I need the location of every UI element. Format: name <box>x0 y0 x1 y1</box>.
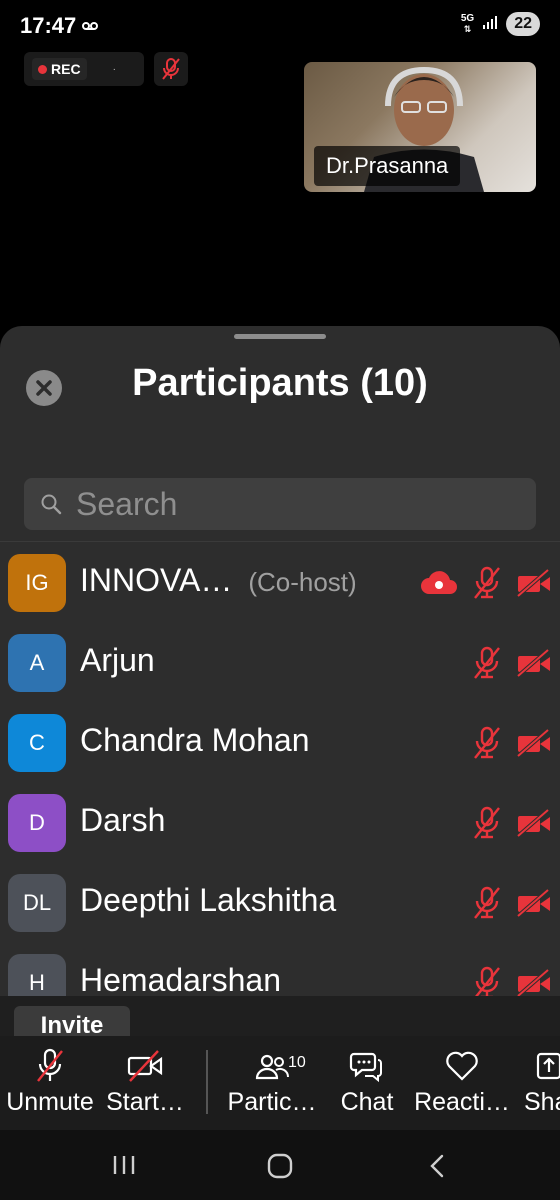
participant-name: Hemadarshan <box>80 962 281 998</box>
participants-label: Partic… <box>227 1088 317 1116</box>
rec-dot-icon <box>38 64 47 74</box>
chat-icon <box>349 1052 382 1083</box>
participant-row[interactable]: C Chandra Mohan <box>0 702 560 782</box>
self-mic-muted-button[interactable] <box>154 52 188 86</box>
participants-icon <box>255 1054 290 1080</box>
mic-muted-icon <box>474 966 500 999</box>
status-icons: 5G ⇅ 22 <box>461 12 540 36</box>
self-video-tile[interactable]: Dr.Prasanna <box>304 62 536 192</box>
drag-handle[interactable] <box>234 334 326 339</box>
participant-name: INNOVA… (Co-host) <box>80 562 357 599</box>
network-label: 5G <box>460 13 475 24</box>
video-off-icon <box>516 888 550 918</box>
home-icon[interactable] <box>267 1153 293 1179</box>
mic-muted-icon <box>474 806 500 839</box>
chat-label: Chat <box>340 1088 394 1116</box>
video-off-icon <box>127 1050 163 1082</box>
video-name-label: Dr.Prasanna <box>314 146 461 186</box>
participant-status-icons <box>472 646 552 680</box>
mic-muted-icon <box>474 886 500 919</box>
mic-muted-icon <box>162 58 180 80</box>
share-icon <box>536 1052 560 1080</box>
unmute-button[interactable]: Unmute <box>2 1048 98 1117</box>
participant-row[interactable]: IG INNOVA… (Co-host) <box>0 542 560 622</box>
status-bar: 17:47 5G ⇅ 22 <box>0 0 560 50</box>
search-icon <box>41 494 62 515</box>
clock: 17:47 <box>20 13 77 38</box>
participant-status-icons <box>472 806 552 840</box>
rec-extra: · <box>112 63 116 75</box>
participant-role: (Co-host) <box>248 567 357 597</box>
share-label: Sha <box>524 1088 560 1116</box>
reactions-label: Reacti… <box>414 1088 510 1116</box>
participant-name-text: INNOVA… <box>80 562 233 598</box>
participant-row[interactable]: H Hemadarshan <box>0 942 560 1002</box>
participant-status-icons <box>420 566 552 600</box>
start-video-button[interactable]: Start… <box>104 1048 186 1117</box>
voicemail-icon <box>82 18 98 36</box>
participant-row[interactable]: D Darsh <box>0 782 560 862</box>
reactions-button[interactable]: Reacti… <box>412 1048 512 1117</box>
share-button[interactable]: Sha <box>524 1048 560 1117</box>
participant-name: Arjun <box>80 642 155 678</box>
meeting-screen: 17:47 5G ⇅ 22 REC · Dr.Prasanna Particip… <box>0 0 560 1200</box>
avatar: DL <box>8 874 66 932</box>
participants-count-badge: 10 <box>288 1054 306 1071</box>
participants-panel: Participants (10) IG INNOVA… (Co-host) <box>0 326 560 1002</box>
video-off-icon <box>516 568 550 598</box>
signal-icon <box>482 14 498 35</box>
video-off-icon <box>516 808 550 838</box>
participant-status-icons <box>472 726 552 760</box>
participant-row[interactable]: A Arjun <box>0 622 560 702</box>
participant-row[interactable]: DL Deepthi Lakshitha <box>0 862 560 942</box>
cloud-recording-icon <box>421 571 457 594</box>
video-off-icon <box>516 648 550 678</box>
participant-name: Darsh <box>80 802 166 838</box>
start-video-label: Start… <box>106 1088 184 1116</box>
meeting-toolbar: Unmute Start… Partic… 10 Chat Reacti… Sh <box>0 1036 560 1130</box>
rec-badge: REC <box>32 58 87 80</box>
network-5g-icon: 5G ⇅ <box>460 13 475 35</box>
recent-apps-icon[interactable] <box>112 1154 136 1176</box>
participant-name: Deepthi Lakshitha <box>80 882 337 918</box>
avatar: D <box>8 794 66 852</box>
avatar: IG <box>8 554 66 612</box>
participants-button[interactable]: Partic… <box>222 1048 322 1117</box>
avatar: C <box>8 714 66 772</box>
video-off-icon <box>516 968 550 998</box>
mic-muted-icon <box>474 566 500 599</box>
mic-muted-icon <box>37 1048 63 1082</box>
toolbar-separator <box>206 1050 208 1114</box>
panel-title: Participants (10) <box>132 362 428 404</box>
avatar: A <box>8 634 66 692</box>
unmute-label: Unmute <box>6 1088 94 1116</box>
search-input[interactable] <box>76 485 516 523</box>
participant-name: Chandra Mohan <box>80 722 310 758</box>
participant-status-icons <box>472 966 552 1000</box>
recording-indicator[interactable]: REC · <box>24 52 144 86</box>
back-icon[interactable] <box>428 1154 446 1178</box>
video-off-icon <box>516 728 550 758</box>
heart-icon <box>446 1051 478 1081</box>
participants-list: IG INNOVA… (Co-host) A Arjun C Chandra M… <box>0 542 560 1002</box>
avatar: H <box>8 954 66 1002</box>
rec-label: REC <box>51 61 81 77</box>
chat-button[interactable]: Chat <box>334 1048 400 1117</box>
mic-muted-icon <box>474 726 500 759</box>
search-bar[interactable] <box>24 478 536 530</box>
participant-status-icons <box>472 886 552 920</box>
mic-muted-icon <box>474 646 500 679</box>
battery-indicator: 22 <box>506 12 540 36</box>
system-navigation-bar <box>0 1130 560 1200</box>
